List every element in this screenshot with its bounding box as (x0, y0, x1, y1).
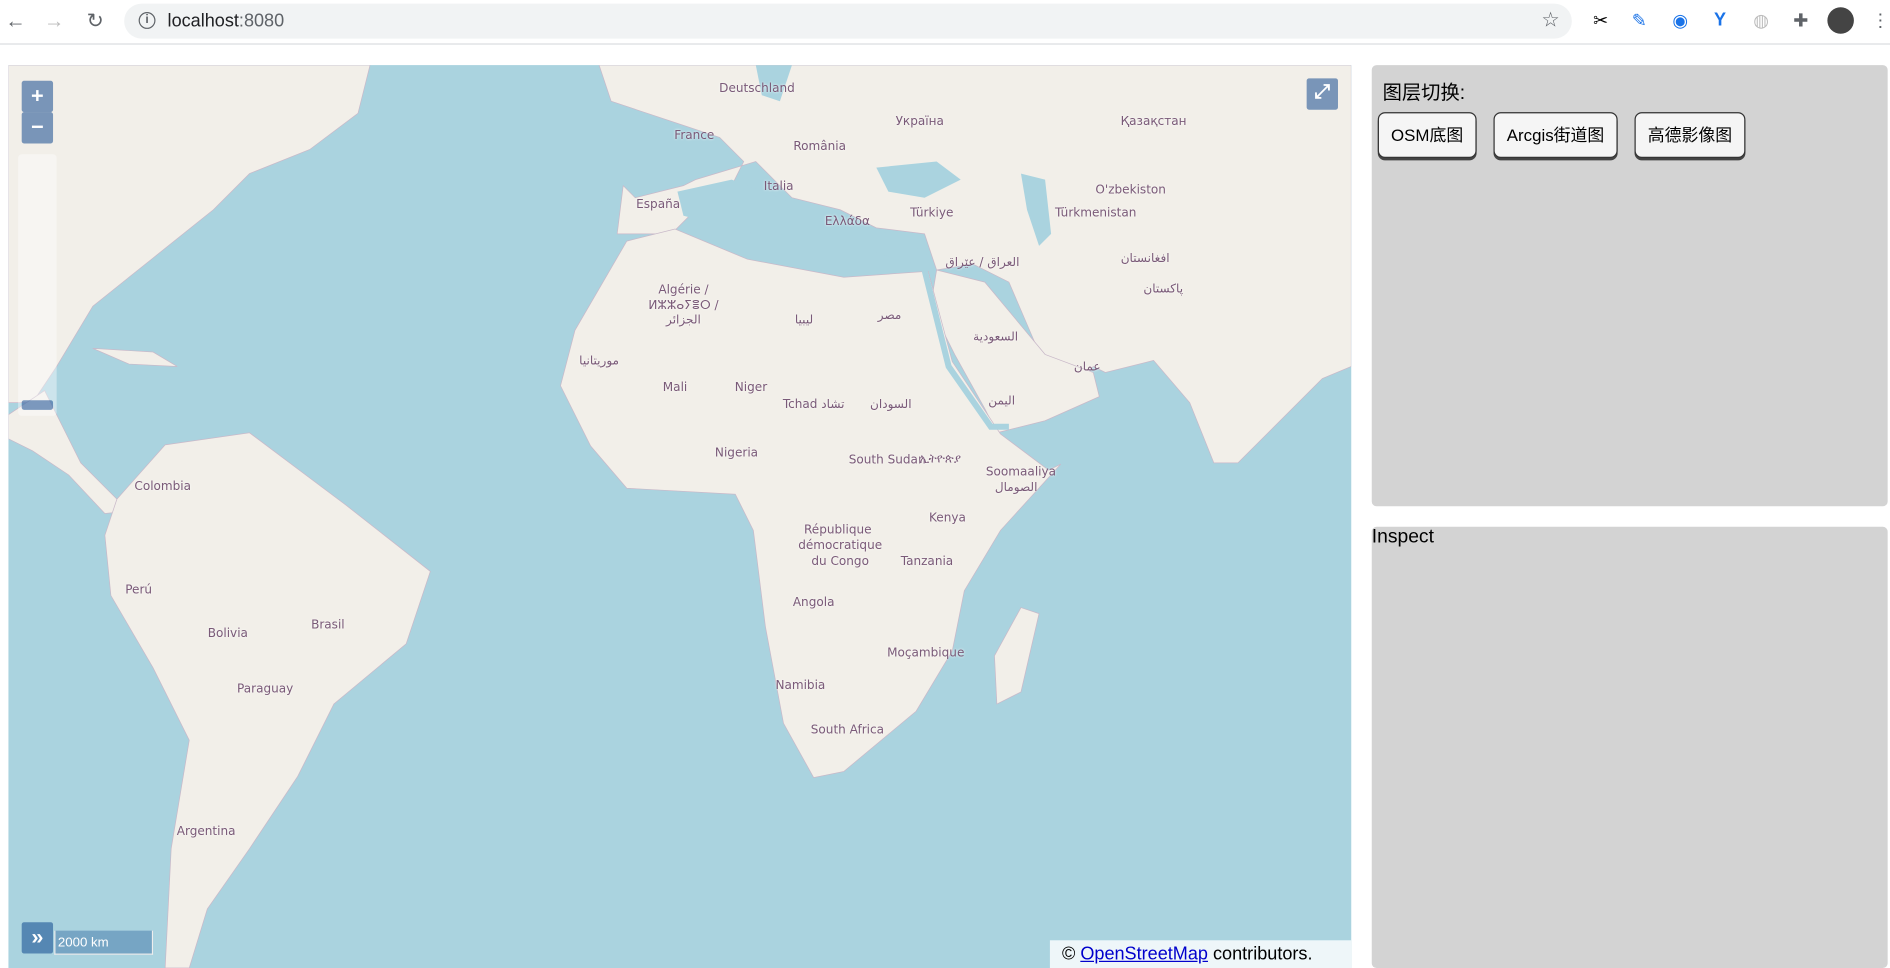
map-label: مصر (877, 309, 902, 323)
map-label: République (803, 523, 872, 538)
map-label: ኢትዮጵያ (919, 452, 961, 466)
gaode-layer-button[interactable]: 高德影像图 (1634, 112, 1746, 158)
scissors-icon[interactable]: ✂ (1589, 10, 1613, 32)
map-label: Қазақстан (1120, 115, 1187, 129)
map-label: موريتانيا (579, 355, 620, 369)
map-label: Algérie / (658, 283, 709, 298)
menu-icon[interactable]: ⋮ (1868, 10, 1890, 32)
pen-icon[interactable]: ✎ (1627, 10, 1651, 32)
overview-map-toggle[interactable]: » (21, 922, 54, 954)
cuba (92, 348, 178, 367)
map-label: Moçambique (887, 646, 965, 661)
map-label: Ελλάδα (824, 215, 870, 229)
avatar[interactable] (1827, 7, 1854, 34)
attribution-suffix: contributors. (1213, 943, 1313, 965)
map-label: Türkmenistan (1054, 206, 1137, 221)
ghost-extension-icon[interactable]: ◍ (1749, 10, 1773, 32)
map-label: السعودية (973, 330, 1019, 345)
inspect-panel: Inspect (1371, 526, 1888, 968)
map-label: España (636, 198, 681, 212)
map-label: du Congo (811, 555, 869, 569)
map-label: Kenya (928, 511, 966, 525)
info-icon[interactable]: i (138, 12, 156, 29)
osm-layer-button[interactable]: OSM底图 (1377, 112, 1477, 158)
map-label: Perú (125, 584, 153, 598)
map-label: South Sudan (848, 453, 926, 468)
map-label: Nigeria (714, 446, 759, 460)
map-label: Paraguay (237, 682, 294, 697)
zoom-slider[interactable] (18, 154, 57, 416)
south-america (104, 432, 431, 968)
map-label: Angola (792, 596, 835, 610)
map-label: Mali (662, 381, 688, 395)
map[interactable]: Deutschland France Україна Қазақстан Rom… (8, 65, 1352, 968)
reload-icon[interactable]: ↻ (83, 10, 107, 34)
madagascar (994, 607, 1040, 705)
address-bar[interactable]: i localhost:8080 ☆ (124, 3, 1572, 39)
map-label: Brasil (311, 619, 345, 633)
map-label: پاکستان (1143, 282, 1184, 296)
map-label: افغانستان (1120, 252, 1170, 266)
fullscreen-button[interactable]: ⤢ (1306, 78, 1338, 110)
map-label: عمان (1073, 361, 1101, 375)
zoom-out-button[interactable]: − (21, 112, 54, 144)
map-label: démocratique (798, 539, 883, 553)
map-label: Italia (763, 180, 794, 194)
map-label: ليبيا (794, 314, 814, 328)
map-label: Україна (895, 115, 944, 129)
forward-icon[interactable]: → (42, 10, 66, 34)
url-text: localhost:8080 (168, 11, 285, 31)
y-extension-icon[interactable]: Y (1708, 10, 1732, 30)
url-host: localhost (167, 10, 239, 32)
zoom-slider-thumb[interactable] (21, 400, 54, 410)
map-label: Tchad تشاد (782, 398, 845, 412)
back-icon[interactable]: ← (4, 10, 28, 34)
map-label: Bolivia (207, 627, 248, 641)
map-label: ⵍⵣⵣⴰⵢⴻⵔ / (648, 299, 719, 313)
osm-link[interactable]: OpenStreetMap (1080, 944, 1208, 964)
map-label: Tanzania (900, 555, 954, 569)
inspect-title: Inspect (1371, 526, 1434, 548)
map-label: Argentina (176, 825, 236, 839)
map-label: الجزائر (666, 314, 701, 328)
map-label: O'zbekiston (1095, 183, 1166, 198)
scale-line: 2000 km (54, 930, 154, 955)
star-icon[interactable]: ☆ (1541, 8, 1559, 32)
map-label: اليمن (988, 394, 1016, 409)
map-label: Deutschland (719, 82, 795, 96)
map-label: السودان (869, 398, 912, 412)
map-label: Niger (734, 381, 768, 395)
zoom-in-button[interactable]: + (21, 80, 54, 113)
browser-toolbar: ← → ↻ i localhost:8080 ☆ ✂ ✎ ◉ Y ◍ ✚ ⋮ (0, 0, 1890, 45)
puzzle-icon[interactable]: ✚ (1789, 10, 1813, 32)
attribution: © OpenStreetMap contributors. (1049, 940, 1352, 968)
copyright-symbol: © (1061, 943, 1076, 965)
map-label: România (793, 140, 847, 154)
arcgis-layer-button[interactable]: Arcgis街道图 (1493, 112, 1618, 158)
map-label: الصومال (994, 481, 1038, 495)
layer-switch-title: 图层切换: (1382, 83, 1466, 104)
north-america (8, 65, 371, 403)
map-label: Türkiye (910, 206, 954, 221)
map-label: العراق / عێراق (945, 256, 1020, 270)
extension-circle-icon[interactable]: ◉ (1668, 10, 1692, 32)
url-port: :8080 (238, 10, 285, 32)
map-label: South Africa (810, 723, 885, 738)
map-label: Colombia (134, 480, 192, 494)
map-label: Namibia (775, 679, 826, 693)
map-label: Soomaaliya (985, 465, 1057, 480)
layer-switch-panel: 图层切换: OSM底图 Arcgis街道图 高德影像图 (1371, 65, 1888, 507)
map-label: France (674, 129, 715, 143)
